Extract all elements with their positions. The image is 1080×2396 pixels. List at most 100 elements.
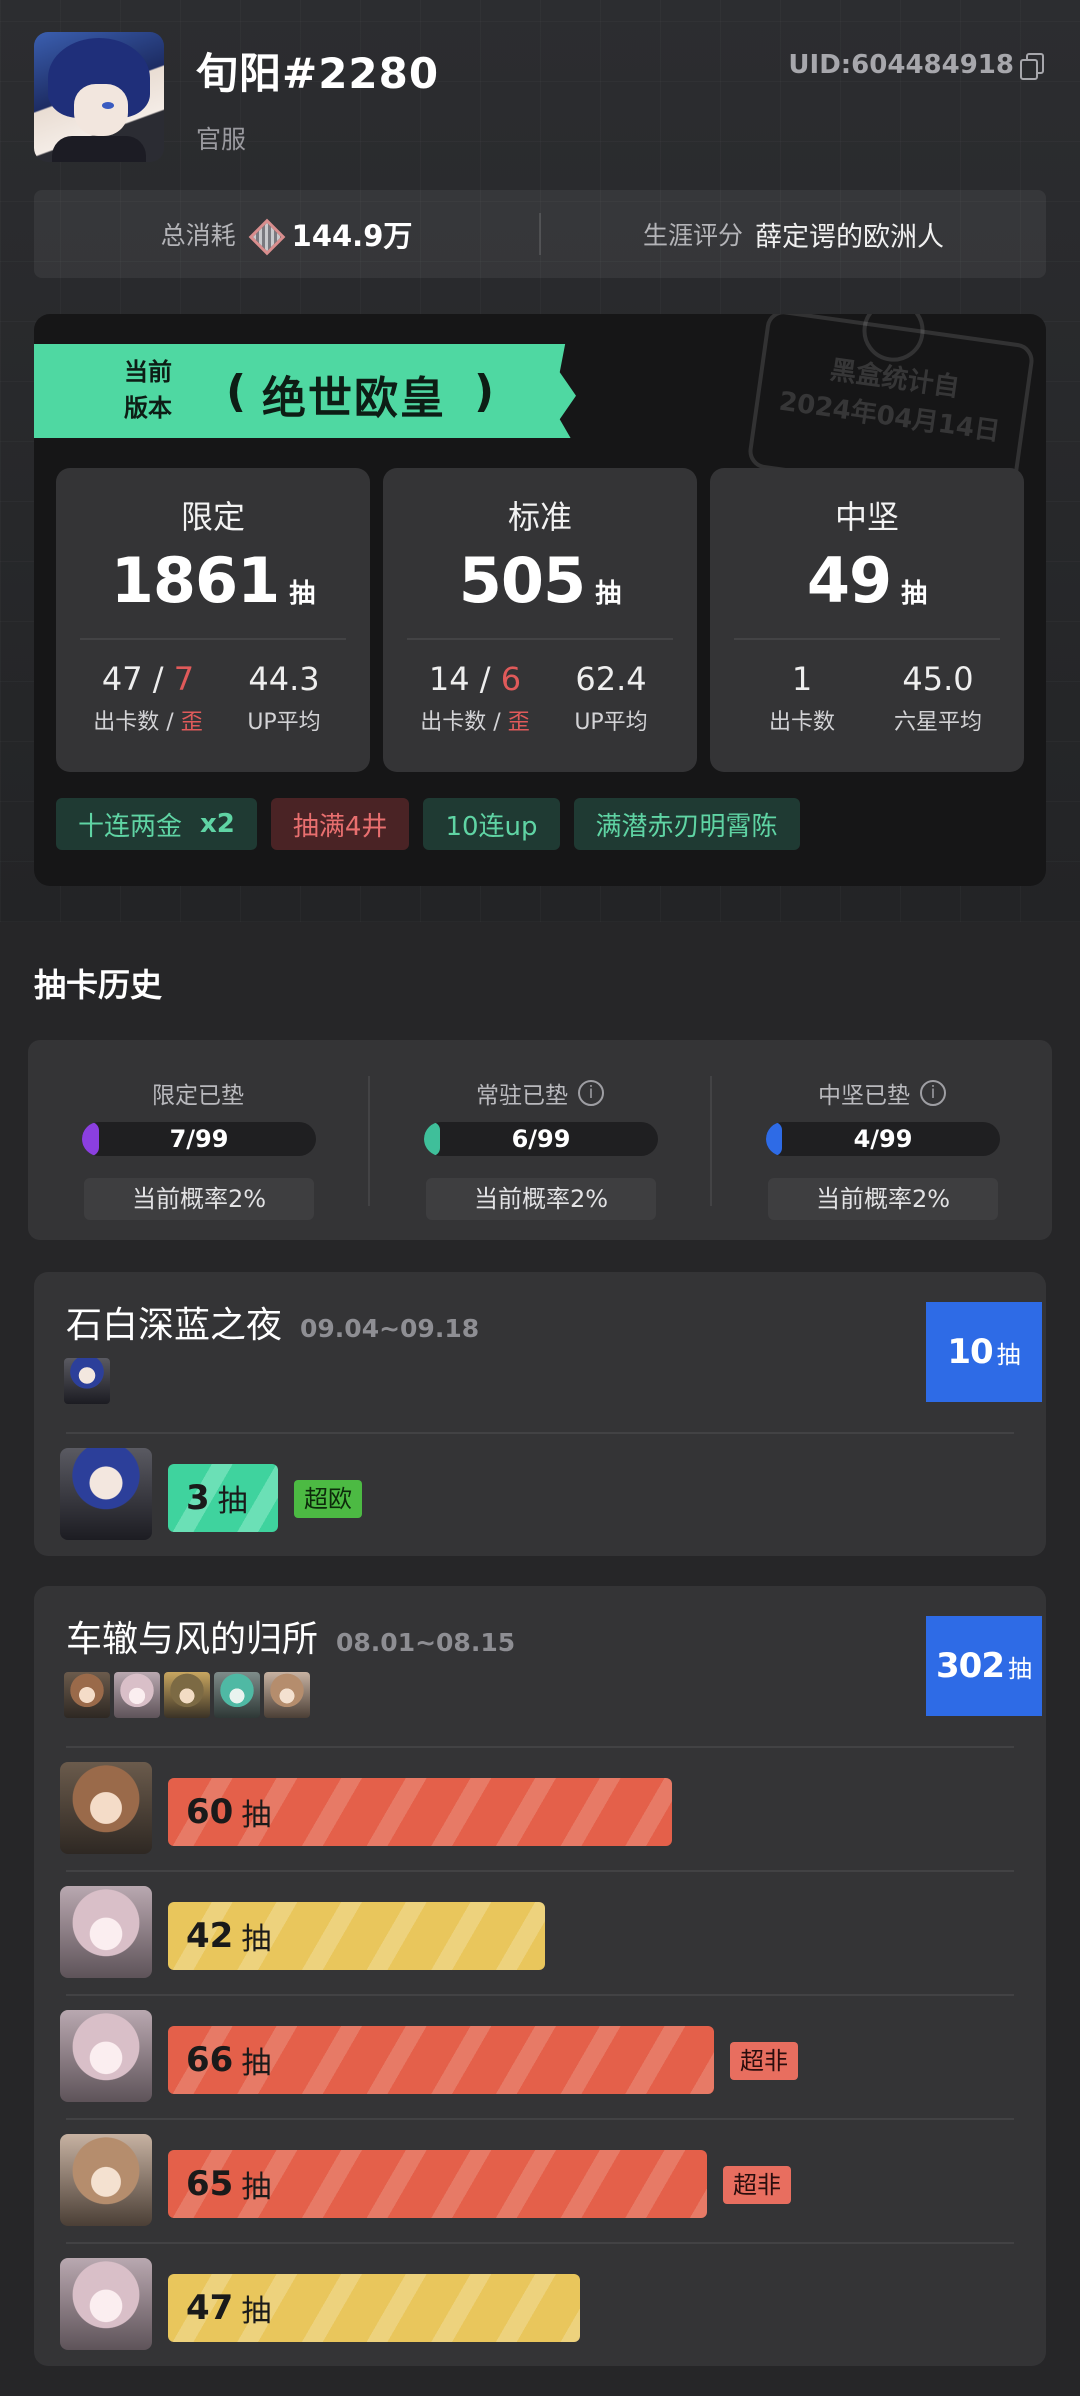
pull-bar: 65 抽 bbox=[168, 2150, 707, 2218]
info-icon[interactable]: i bbox=[578, 1080, 604, 1106]
pity-label: 常驻已垫 bbox=[476, 1083, 568, 1109]
pity-label: 中坚已垫 bbox=[818, 1083, 910, 1109]
cards-count: 47 / bbox=[101, 660, 174, 698]
career-rating: 生涯评分 薛定谔的欧洲人 bbox=[541, 190, 1046, 278]
stat-unit: 抽 bbox=[289, 579, 316, 609]
pull-row[interactable]: 66 抽超非 bbox=[60, 2010, 1020, 2102]
total-cost-value: 144.9万 bbox=[291, 219, 413, 253]
stat-title: 限定 bbox=[180, 498, 245, 536]
pity-progress: 7/99 bbox=[82, 1122, 316, 1156]
banner-operators bbox=[64, 1358, 110, 1404]
stat-count: 1861 bbox=[110, 544, 281, 617]
divider bbox=[66, 1994, 1014, 1996]
operator-thumbnail[interactable] bbox=[64, 1672, 110, 1718]
career-rating-label: 生涯评分 bbox=[642, 221, 743, 250]
six-star-average-label: 六星平均 bbox=[893, 710, 982, 735]
operator-avatar bbox=[60, 2258, 152, 2350]
up-average-label: UP平均 bbox=[247, 710, 321, 735]
summary-card: 黑盒统计自 2024年04月14日 当前 版本 ( 绝世欧皇 ) 限定 1861… bbox=[34, 314, 1046, 886]
tag-text: 满潜赤刃明霄陈 bbox=[595, 811, 778, 842]
banner-total: 10 抽 bbox=[926, 1302, 1042, 1402]
pity-column: 常驻已垫 i 6/99 当前概率2% bbox=[370, 1040, 710, 1240]
cards-count: 14 / bbox=[428, 660, 501, 698]
operator-thumbnail[interactable] bbox=[214, 1672, 260, 1718]
stat-box-standard: 标准 505 抽 14 / 6 出卡数 / 歪 62.4 UP平均 bbox=[383, 468, 697, 772]
operator-thumbnail[interactable] bbox=[164, 1672, 210, 1718]
pull-bar: 42 抽 bbox=[168, 1902, 545, 1970]
pity-card: 限定已垫 7/99 当前概率2% 常驻已垫 i 6/99 当前概率2% 中坚已垫 i 4/99 当前… bbox=[28, 1040, 1052, 1240]
tag-text: 十连两金 bbox=[78, 811, 183, 842]
banner-total-count: 302 bbox=[936, 1646, 1005, 1686]
tag-max-potential[interactable]: 满潜赤刃明霄陈 bbox=[573, 798, 800, 850]
pity-label-row: 限定已垫 bbox=[28, 1076, 368, 1110]
pull-row[interactable]: 65 抽超非 bbox=[60, 2134, 1020, 2226]
username: 旬阳#2280 bbox=[196, 49, 440, 98]
stat-box-limited: 限定 1861 抽 47 / 7 出卡数 / 歪 44.3 UP平均 bbox=[56, 468, 370, 772]
pity-column: 中坚已垫 i 4/99 当前概率2% bbox=[712, 1040, 1052, 1240]
off-label: 歪 bbox=[507, 710, 530, 735]
laurel-left-icon: ( bbox=[226, 366, 247, 417]
pull-row[interactable]: 42 抽 bbox=[60, 1886, 1020, 1978]
operator-avatar bbox=[60, 2134, 152, 2226]
pity-column: 限定已垫 7/99 当前概率2% bbox=[28, 1040, 368, 1240]
laurel-right-icon: ) bbox=[474, 366, 495, 417]
pull-bar: 60 抽 bbox=[168, 1778, 672, 1846]
banner-card[interactable]: 石白深蓝之夜 09.04~09.18 10 抽 3 抽超欧 bbox=[34, 1272, 1046, 1556]
stat-unit: 抽 bbox=[901, 579, 928, 609]
ribbon-line1: 当前 bbox=[124, 358, 172, 386]
pity-rate: 当前概率2% bbox=[426, 1178, 656, 1220]
banner-name: 石白深蓝之夜 bbox=[66, 1305, 283, 1346]
pity-progress: 4/99 bbox=[766, 1122, 1000, 1156]
avatar[interactable] bbox=[34, 32, 164, 162]
banner-date: 09.04~09.18 bbox=[300, 1314, 480, 1343]
pull-unit: 抽 bbox=[241, 1798, 272, 1833]
off-count: 6 bbox=[500, 660, 522, 698]
pity-label: 限定已垫 bbox=[152, 1083, 244, 1109]
copy-icon[interactable] bbox=[1020, 53, 1044, 80]
operator-avatar bbox=[60, 1448, 152, 1540]
total-cost-label: 总消耗 bbox=[160, 221, 236, 250]
pity-value: 4/99 bbox=[853, 1125, 913, 1153]
orundum-icon bbox=[248, 218, 280, 250]
banner-date: 08.01~08.15 bbox=[336, 1628, 516, 1657]
stat-count: 505 bbox=[458, 544, 586, 617]
operator-thumbnail[interactable] bbox=[64, 1358, 110, 1404]
pull-row[interactable]: 60 抽 bbox=[60, 1762, 1020, 1854]
pull-unit: 抽 bbox=[241, 1922, 272, 1957]
banner-total-count: 10 bbox=[947, 1332, 993, 1372]
pity-value: 6/99 bbox=[511, 1125, 571, 1153]
banner-header: 石白深蓝之夜 09.04~09.18 bbox=[66, 1296, 479, 1348]
pull-count: 3 bbox=[186, 1478, 210, 1518]
divider bbox=[66, 1870, 1014, 1872]
luck-badge: 超欧 bbox=[294, 1480, 362, 1518]
pull-row[interactable]: 47 抽 bbox=[60, 2258, 1020, 2350]
achievement-tags: 十连两金 x2 抽满4井 10连up 满潜赤刃明霄陈 bbox=[56, 798, 800, 850]
tag-full-spark[interactable]: 抽满4井 bbox=[270, 798, 410, 850]
operator-thumbnail[interactable] bbox=[114, 1672, 160, 1718]
pity-label-row: 常驻已垫 i bbox=[370, 1076, 710, 1110]
pity-rate: 当前概率2% bbox=[768, 1178, 998, 1220]
banner-card[interactable]: 车辙与风的归所 08.01~08.15 302 抽 60 抽 42 抽 66 抽超非 65 抽超非 47… bbox=[34, 1586, 1046, 2366]
banner-operators bbox=[64, 1672, 310, 1718]
cards-label: 出卡数 / bbox=[93, 710, 181, 735]
total-cost: 总消耗 144.9万 bbox=[34, 190, 539, 278]
career-rating-value: 薛定谔的欧洲人 bbox=[755, 221, 944, 253]
luck-badge: 超非 bbox=[730, 2042, 798, 2080]
tag-ten-up[interactable]: 10连up bbox=[423, 798, 560, 850]
pity-rate: 当前概率2% bbox=[84, 1178, 314, 1220]
uid-copy[interactable]: UID:604484918 bbox=[788, 50, 1044, 80]
cards-label: 出卡数 bbox=[768, 710, 835, 735]
luck-badge: 超非 bbox=[723, 2166, 791, 2204]
up-average: 44.3 bbox=[248, 660, 320, 698]
divider bbox=[66, 2118, 1014, 2120]
stats-bar: 总消耗 144.9万 生涯评分 薛定谔的欧洲人 bbox=[34, 190, 1046, 278]
stat-unit: 抽 bbox=[595, 579, 622, 609]
operator-thumbnail[interactable] bbox=[264, 1672, 310, 1718]
tag-double-gold[interactable]: 十连两金 x2 bbox=[56, 798, 257, 850]
stat-count: 49 bbox=[806, 544, 892, 617]
off-label: 歪 bbox=[180, 710, 203, 735]
pull-row[interactable]: 3 抽超欧 bbox=[60, 1448, 1020, 1540]
banner-header: 车辙与风的归所 08.01~08.15 bbox=[66, 1610, 515, 1662]
info-icon[interactable]: i bbox=[920, 1080, 946, 1106]
stat-box-core: 中坚 49 抽 1 出卡数 45.0 六星平均 bbox=[710, 468, 1024, 772]
